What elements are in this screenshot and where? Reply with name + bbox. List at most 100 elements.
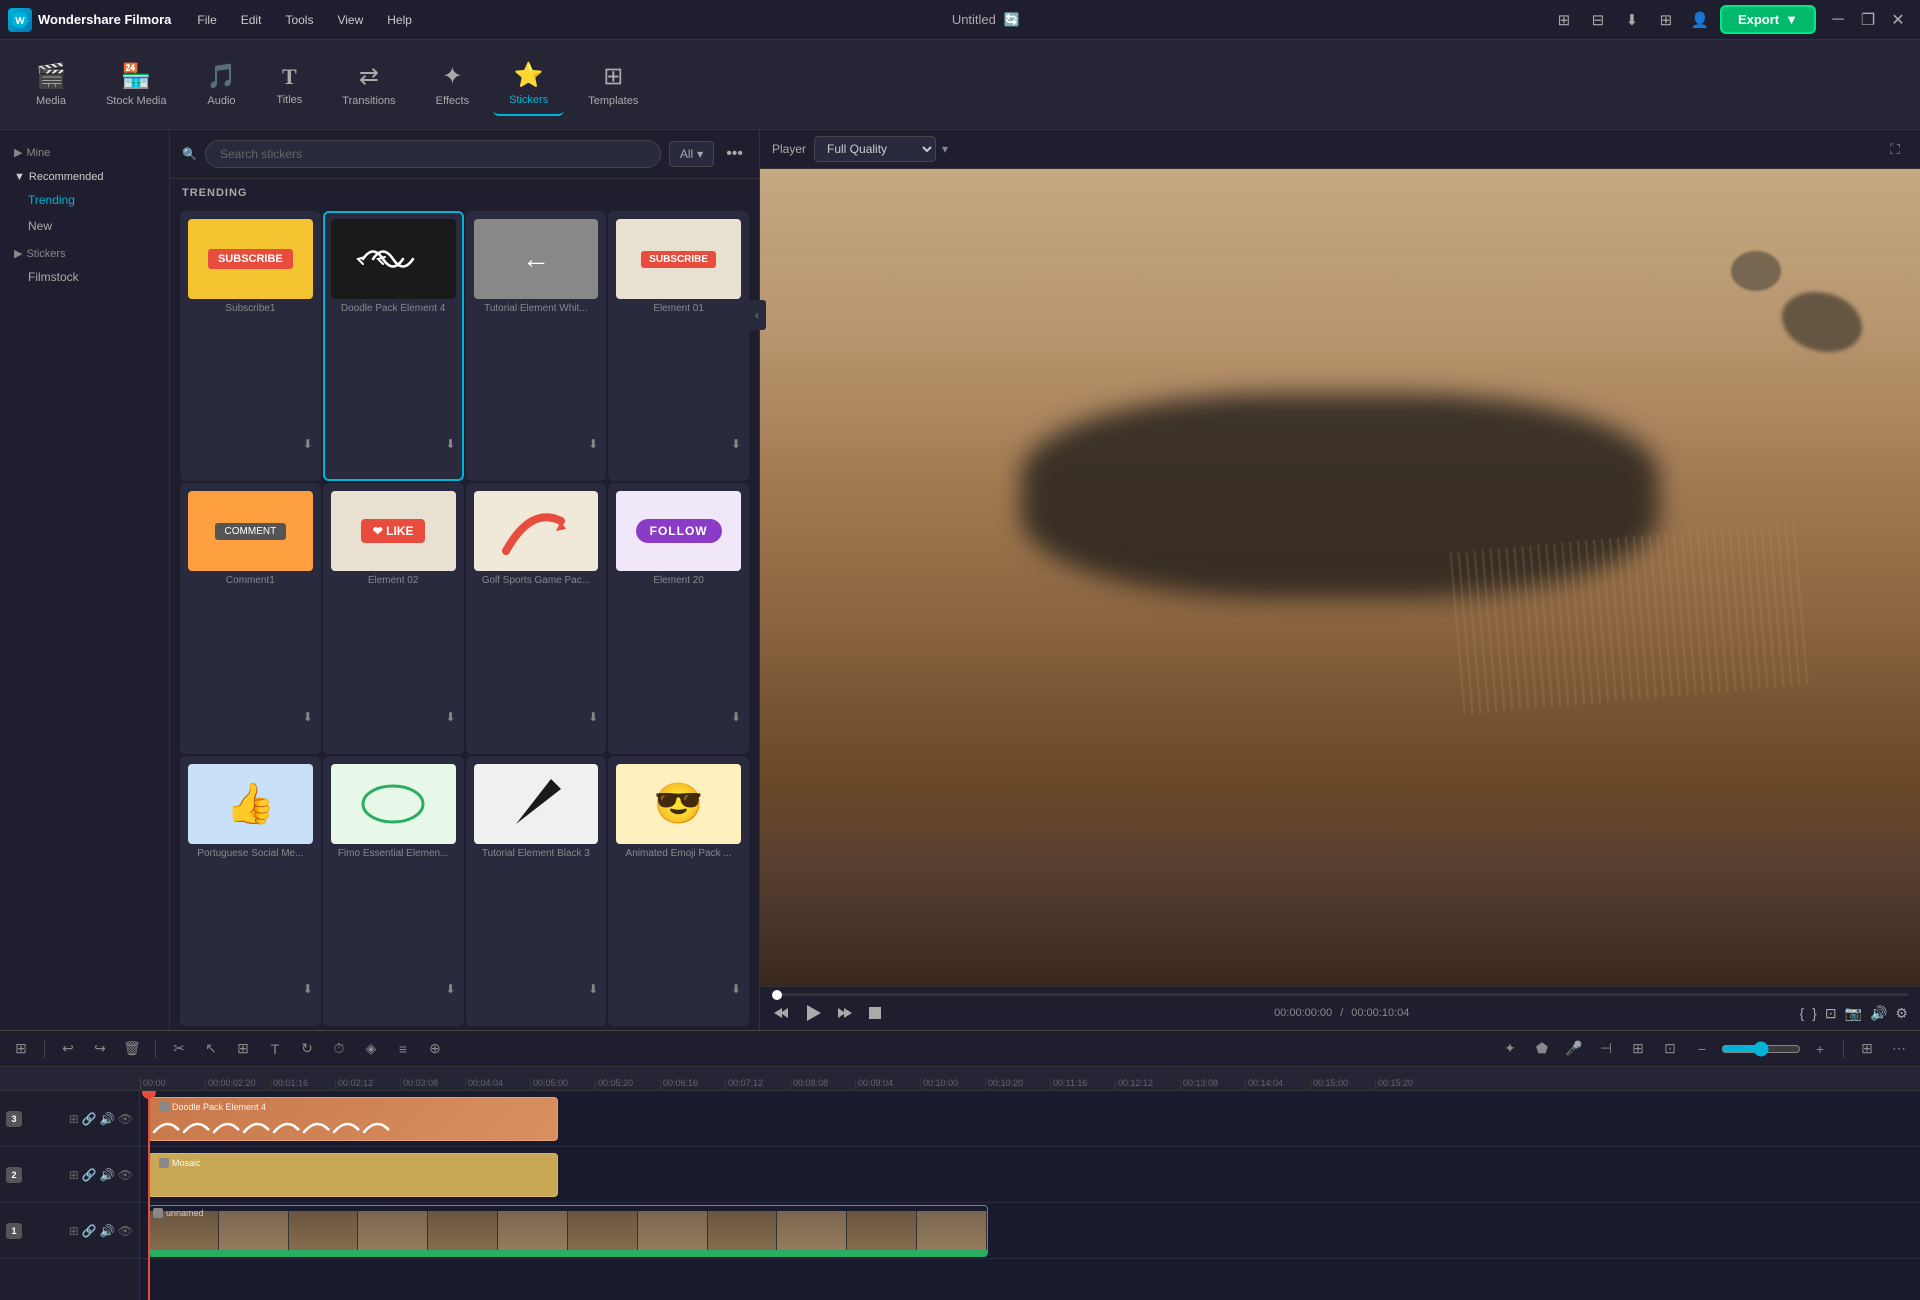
sticker-golf-sports[interactable]: ⬇ Golf Sports Game Pac...	[466, 483, 607, 753]
playhead-dot[interactable]	[772, 990, 782, 1000]
fit-icon[interactable]: ⊡	[1825, 1005, 1837, 1022]
track1-eye-icon[interactable]: 👁	[118, 1112, 133, 1126]
track3-eye-icon[interactable]: 👁	[118, 1224, 133, 1238]
toolbar-stickers[interactable]: ⭐ Stickers	[493, 53, 564, 116]
sticker-comment1[interactable]: COMMENT ⬇ Comment1	[180, 483, 321, 753]
effect-button[interactable]: ✦	[1497, 1036, 1523, 1062]
color-button[interactable]: ◈	[358, 1036, 384, 1062]
download-icon[interactable]: ⬇	[588, 710, 598, 724]
mosaic-clip[interactable]: Mosaic	[148, 1153, 558, 1197]
timer-button[interactable]: ⏱	[326, 1036, 352, 1062]
sticker-doodle4[interactable]: ⬇ Doodle Pack Element 4	[323, 211, 464, 481]
mask-button[interactable]: ⬟	[1529, 1036, 1555, 1062]
toolbar-titles[interactable]: T Titles	[260, 56, 318, 114]
sticker-subscribe1[interactable]: SUBSCRIBE ⬇ Subscribe1	[180, 211, 321, 481]
doodle-clip[interactable]: Doodle Pack Element 4	[148, 1097, 558, 1141]
rotate-button[interactable]: ↻	[294, 1036, 320, 1062]
sidebar-item-new[interactable]: New	[0, 213, 169, 239]
download-icon[interactable]: ⬇	[1618, 6, 1646, 34]
sticker-element20[interactable]: FOLLOW ⬇ Element 20	[608, 483, 749, 753]
sidebar-item-filmstock[interactable]: Filmstock	[0, 264, 169, 290]
track2-layout-icon[interactable]: ⊞	[69, 1168, 79, 1182]
track2-link-icon[interactable]: 🔗	[82, 1168, 97, 1182]
snapshot-icon[interactable]: 📷	[1845, 1005, 1862, 1022]
filter-button[interactable]: All ▾	[669, 141, 714, 167]
stabilize-button[interactable]: ⊕	[422, 1036, 448, 1062]
track2-audio-icon[interactable]: 🔊	[100, 1168, 115, 1182]
save-icon[interactable]: 🔄	[1004, 12, 1020, 28]
menu-help[interactable]: Help	[377, 9, 422, 31]
toolbar-stock-media[interactable]: 🏪 Stock Media	[90, 54, 183, 115]
track1-audio-icon[interactable]: 🔊	[100, 1112, 115, 1126]
sticker-element01[interactable]: SUBSCRIBE ⬇ Element 01	[608, 211, 749, 481]
export-button[interactable]: Export ▼	[1720, 5, 1816, 34]
detach-button[interactable]: ⊣	[1593, 1036, 1619, 1062]
sticker-tutorial-black3[interactable]: ⬇ Tutorial Element Black 3	[466, 756, 607, 1026]
crop-button[interactable]: ⊞	[230, 1036, 256, 1062]
prev-frame-button[interactable]	[772, 1004, 790, 1022]
zoom-out-button[interactable]: −	[1689, 1036, 1715, 1062]
download-icon[interactable]: ⬇	[445, 982, 455, 996]
more-options-button[interactable]: •••	[722, 141, 747, 167]
download-icon[interactable]: ⬇	[731, 710, 741, 724]
zoom-in-button[interactable]: +	[1807, 1036, 1833, 1062]
more-options-button[interactable]: ⋯	[1886, 1036, 1912, 1062]
text-button[interactable]: T	[262, 1036, 288, 1062]
download-icon[interactable]: ⬇	[303, 982, 313, 996]
quality-select[interactable]: Full Quality High Quality Medium Quality	[814, 136, 936, 162]
maximize-button[interactable]: ❐	[1854, 6, 1882, 34]
search-input[interactable]	[205, 140, 661, 168]
layout-icon[interactable]: ⊞	[1550, 6, 1578, 34]
sidebar-item-mine[interactable]: ▶ Mine	[0, 138, 169, 163]
delete-button[interactable]: 🗑	[119, 1036, 145, 1062]
cut-button[interactable]: ✂	[166, 1036, 192, 1062]
sidebar-section-recommended[interactable]: ▼ Recommended	[0, 163, 169, 187]
track3-layout-icon[interactable]: ⊞	[69, 1224, 79, 1238]
undo-button[interactable]: ↩	[55, 1036, 81, 1062]
minimize-button[interactable]: ─	[1824, 6, 1852, 34]
video-clip[interactable]: unnamed	[148, 1205, 988, 1257]
out-point-icon[interactable]: }	[1812, 1005, 1817, 1021]
download-icon[interactable]: ⬇	[445, 710, 455, 724]
volume-icon[interactable]: 🔊	[1870, 1005, 1887, 1022]
select-button[interactable]: ↖	[198, 1036, 224, 1062]
mic-button[interactable]: 🎤	[1561, 1036, 1587, 1062]
audio-eq-button[interactable]: ≡	[390, 1036, 416, 1062]
fullscreen-icon[interactable]: ⛶	[1882, 136, 1908, 162]
play-pause-button[interactable]	[802, 1002, 824, 1024]
download-icon[interactable]: ⬇	[303, 710, 313, 724]
download-icon[interactable]: ⬇	[731, 437, 741, 451]
download-icon[interactable]: ⬇	[588, 437, 598, 451]
menu-file[interactable]: File	[187, 9, 226, 31]
toolbar-transitions[interactable]: ⇄ Transitions	[326, 54, 411, 115]
download-icon[interactable]: ⬇	[731, 982, 741, 996]
track3-link-icon[interactable]: 🔗	[82, 1224, 97, 1238]
pip-button[interactable]: ⊡	[1657, 1036, 1683, 1062]
stop-button[interactable]	[866, 1004, 884, 1022]
split-icon[interactable]: ⊟	[1584, 6, 1612, 34]
sticker-element02[interactable]: ❤ LIKE ⬇ Element 02	[323, 483, 464, 753]
multicam-button[interactable]: ⊞	[1625, 1036, 1651, 1062]
sticker-tutorial-white[interactable]: ← ⬇ Tutorial Element Whit...	[466, 211, 607, 481]
download-icon[interactable]: ⬇	[588, 982, 598, 996]
track1-layout-icon[interactable]: ⊞	[69, 1112, 79, 1126]
toolbar-audio[interactable]: 🎵 Audio	[191, 54, 253, 115]
add-track-button[interactable]: ⊞	[8, 1036, 34, 1062]
account-icon[interactable]: 👤	[1686, 6, 1714, 34]
toolbar-effects[interactable]: ✦ Effects	[420, 54, 485, 115]
grid-view-button[interactable]: ⊞	[1854, 1036, 1880, 1062]
sticker-portuguese[interactable]: 👍 ⬇ Portuguese Social Me...	[180, 756, 321, 1026]
menu-view[interactable]: View	[327, 9, 373, 31]
download-icon[interactable]: ⬇	[303, 437, 313, 451]
in-point-icon[interactable]: {	[1799, 1005, 1804, 1021]
settings-icon[interactable]: ⚙	[1895, 1005, 1908, 1022]
sidebar-item-trending[interactable]: Trending	[0, 187, 169, 213]
apps-icon[interactable]: ⊞	[1652, 6, 1680, 34]
zoom-slider[interactable]	[1721, 1041, 1801, 1057]
track1-link-icon[interactable]: 🔗	[82, 1112, 97, 1126]
redo-button[interactable]: ↪	[87, 1036, 113, 1062]
progress-track[interactable]	[772, 993, 1908, 996]
sticker-fimo[interactable]: ⬇ Fimo Essential Elemen...	[323, 756, 464, 1026]
track3-audio-icon[interactable]: 🔊	[100, 1224, 115, 1238]
sidebar-section-stickers[interactable]: ▶ Stickers	[0, 239, 169, 264]
